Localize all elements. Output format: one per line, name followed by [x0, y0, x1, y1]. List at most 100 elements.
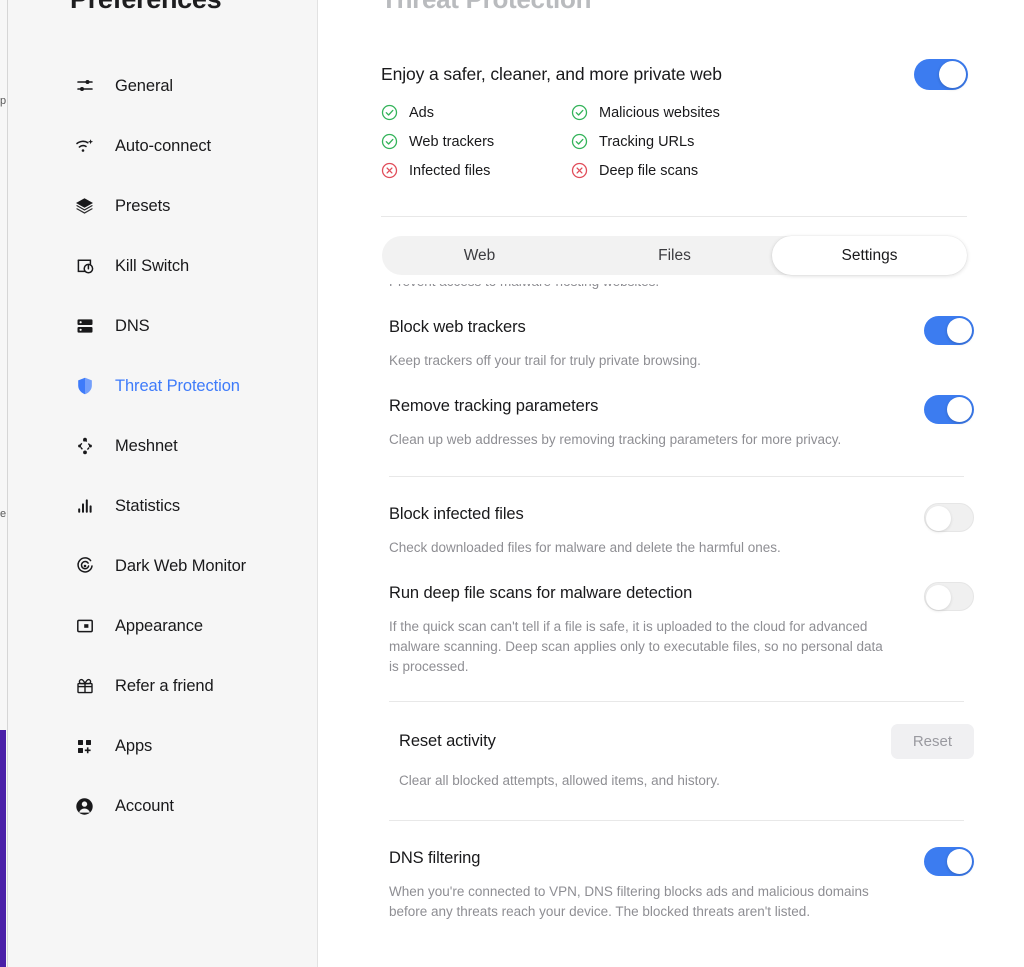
sidebar-item-label: Statistics	[115, 496, 181, 515]
hero-divider	[381, 216, 967, 217]
setting-title: Remove tracking parameters	[389, 397, 599, 415]
setting-title: Run deep file scans for malware detectio…	[389, 584, 693, 602]
sidebar-item-apps[interactable]: Apps	[8, 716, 317, 776]
wifi-sparkle-icon	[74, 136, 95, 157]
server-icon	[74, 316, 95, 337]
toggle-knob	[947, 318, 972, 343]
main-panel: Threat Protection Enjoy a safer, cleaner…	[319, 0, 1024, 967]
window-icon	[74, 616, 95, 637]
row-spacer	[319, 702, 1024, 724]
sidebar-item-label: Kill Switch	[115, 256, 190, 275]
background-text-fragment-top: p	[0, 95, 7, 107]
row-spacer	[319, 371, 1024, 395]
setting-description: When you're connected to VPN, DNS filter…	[389, 884, 869, 919]
setting-header: Remove tracking parameters	[389, 395, 974, 424]
sidebar-item-general[interactable]: General	[8, 56, 317, 116]
target-icon	[74, 556, 95, 577]
setting-header: Block infected files	[389, 503, 974, 532]
settings-list: Block web trackers Keep trackers off you…	[319, 316, 1024, 922]
setting-row-block-infected-files: Block infected files Check downloaded fi…	[319, 503, 1024, 558]
setting-row-deep-file-scans: Run deep file scans for malware detectio…	[319, 582, 1024, 677]
setting-header: Block web trackers	[389, 316, 974, 345]
setting-row-block-web-trackers: Block web trackers Keep trackers off you…	[319, 316, 1024, 371]
feature-label: Deep file scans	[599, 162, 699, 179]
layers-icon	[74, 196, 95, 217]
bar-chart-icon	[74, 496, 95, 517]
clipped-setting-description: Prevent access to malware-hosting websit…	[389, 284, 659, 289]
sidebar-item-statistics[interactable]: Statistics	[8, 476, 317, 536]
row-spacer	[319, 450, 1024, 476]
apps-grid-icon	[74, 736, 95, 757]
check-circle-icon	[571, 104, 588, 121]
sidebar-item-appearance[interactable]: Appearance	[8, 596, 317, 656]
settings-scroll-area[interactable]: Prevent access to malware-hosting websit…	[319, 284, 1024, 967]
setting-title: Block infected files	[389, 505, 524, 523]
feature-item-malicious-websites: Malicious websites	[571, 104, 962, 121]
tab-web[interactable]: Web	[382, 236, 577, 275]
master-threat-protection-toggle[interactable]	[914, 58, 968, 90]
sidebar-item-refer-a-friend[interactable]: Refer a friend	[8, 656, 317, 716]
feature-label: Infected files	[409, 162, 491, 179]
sidebar-item-dark-web-monitor[interactable]: Dark Web Monitor	[8, 536, 317, 596]
person-icon	[74, 796, 95, 817]
remove-tracking-parameters-toggle[interactable]	[924, 395, 974, 424]
feature-label: Ads	[409, 104, 434, 121]
sidebar-item-kill-switch[interactable]: Kill Switch	[8, 236, 317, 296]
sidebar-nav: General Auto-connect Presets Kill Switch…	[8, 56, 317, 836]
sidebar-item-threat-protection[interactable]: Threat Protection	[8, 356, 317, 416]
tab-files[interactable]: Files	[577, 236, 772, 275]
setting-row-remove-tracking-parameters: Remove tracking parameters Clean up web …	[319, 395, 1024, 450]
dns-filtering-toggle[interactable]	[924, 847, 974, 876]
feature-label: Web trackers	[409, 133, 495, 150]
sidebar-item-label: Apps	[115, 736, 153, 755]
toggle-knob	[939, 60, 966, 88]
feature-label: Tracking URLs	[599, 133, 695, 150]
tab-settings[interactable]: Settings	[772, 236, 967, 275]
background-text-fragment-middle: e	[0, 508, 7, 520]
sidebar-item-label: General	[115, 76, 174, 95]
feature-item-tracking-urls: Tracking URLs	[571, 133, 962, 150]
kill-switch-icon	[74, 256, 95, 277]
check-circle-icon	[381, 104, 398, 121]
sidebar-item-presets[interactable]: Presets	[8, 176, 317, 236]
block-infected-files-toggle[interactable]	[924, 503, 974, 532]
setting-header: Run deep file scans for malware detectio…	[389, 582, 974, 611]
sidebar-item-meshnet[interactable]: Meshnet	[8, 416, 317, 476]
sliders-icon	[74, 76, 95, 97]
sidebar-item-dns[interactable]: DNS	[8, 296, 317, 356]
sidebar-item-auto-connect[interactable]: Auto-connect	[8, 116, 317, 176]
setting-title: Block web trackers	[389, 318, 526, 336]
block-web-trackers-toggle[interactable]	[924, 316, 974, 345]
check-circle-icon	[381, 133, 398, 150]
feature-list: Ads Malicious websites Web trackers Trac…	[319, 104, 1024, 179]
purple-accent-stripe	[0, 730, 6, 967]
feature-item-ads: Ads	[381, 104, 571, 121]
feature-item-deep-file-scans: Deep file scans	[571, 162, 962, 179]
row-spacer	[319, 788, 1024, 820]
reset-activity-description: Clear all blocked attempts, allowed item…	[399, 773, 720, 788]
sidebar-item-label: Meshnet	[115, 436, 178, 455]
feature-label: Malicious websites	[599, 104, 720, 121]
feature-item-web-trackers: Web trackers	[381, 133, 571, 150]
reset-header: Reset activity Reset	[399, 724, 974, 759]
threat-protection-tabs: Web Files Settings	[382, 236, 967, 275]
setting-description: Keep trackers off your trail for truly p…	[389, 353, 701, 368]
meshnet-icon	[74, 436, 95, 457]
deep-file-scans-toggle[interactable]	[924, 582, 974, 611]
toggle-knob	[947, 397, 972, 422]
reset-activity-section: Reset activity Reset Clear all blocked a…	[319, 724, 1024, 788]
row-spacer	[319, 477, 1024, 503]
x-circle-icon	[381, 162, 398, 179]
shield-icon	[74, 376, 95, 397]
preferences-sidebar: Preferences General	[8, 0, 318, 967]
sidebar-item-label: Auto-connect	[115, 136, 212, 155]
toggle-knob	[926, 506, 951, 531]
setting-title: DNS filtering	[389, 849, 481, 867]
row-spacer	[319, 677, 1024, 701]
sidebar-item-label: Dark Web Monitor	[115, 556, 247, 575]
hero-headline: Enjoy a safer, cleaner, and more private…	[381, 63, 722, 84]
sidebar-item-account[interactable]: Account	[8, 776, 317, 836]
reset-button[interactable]: Reset	[890, 724, 974, 759]
toggle-knob	[947, 849, 972, 874]
row-spacer	[319, 558, 1024, 582]
